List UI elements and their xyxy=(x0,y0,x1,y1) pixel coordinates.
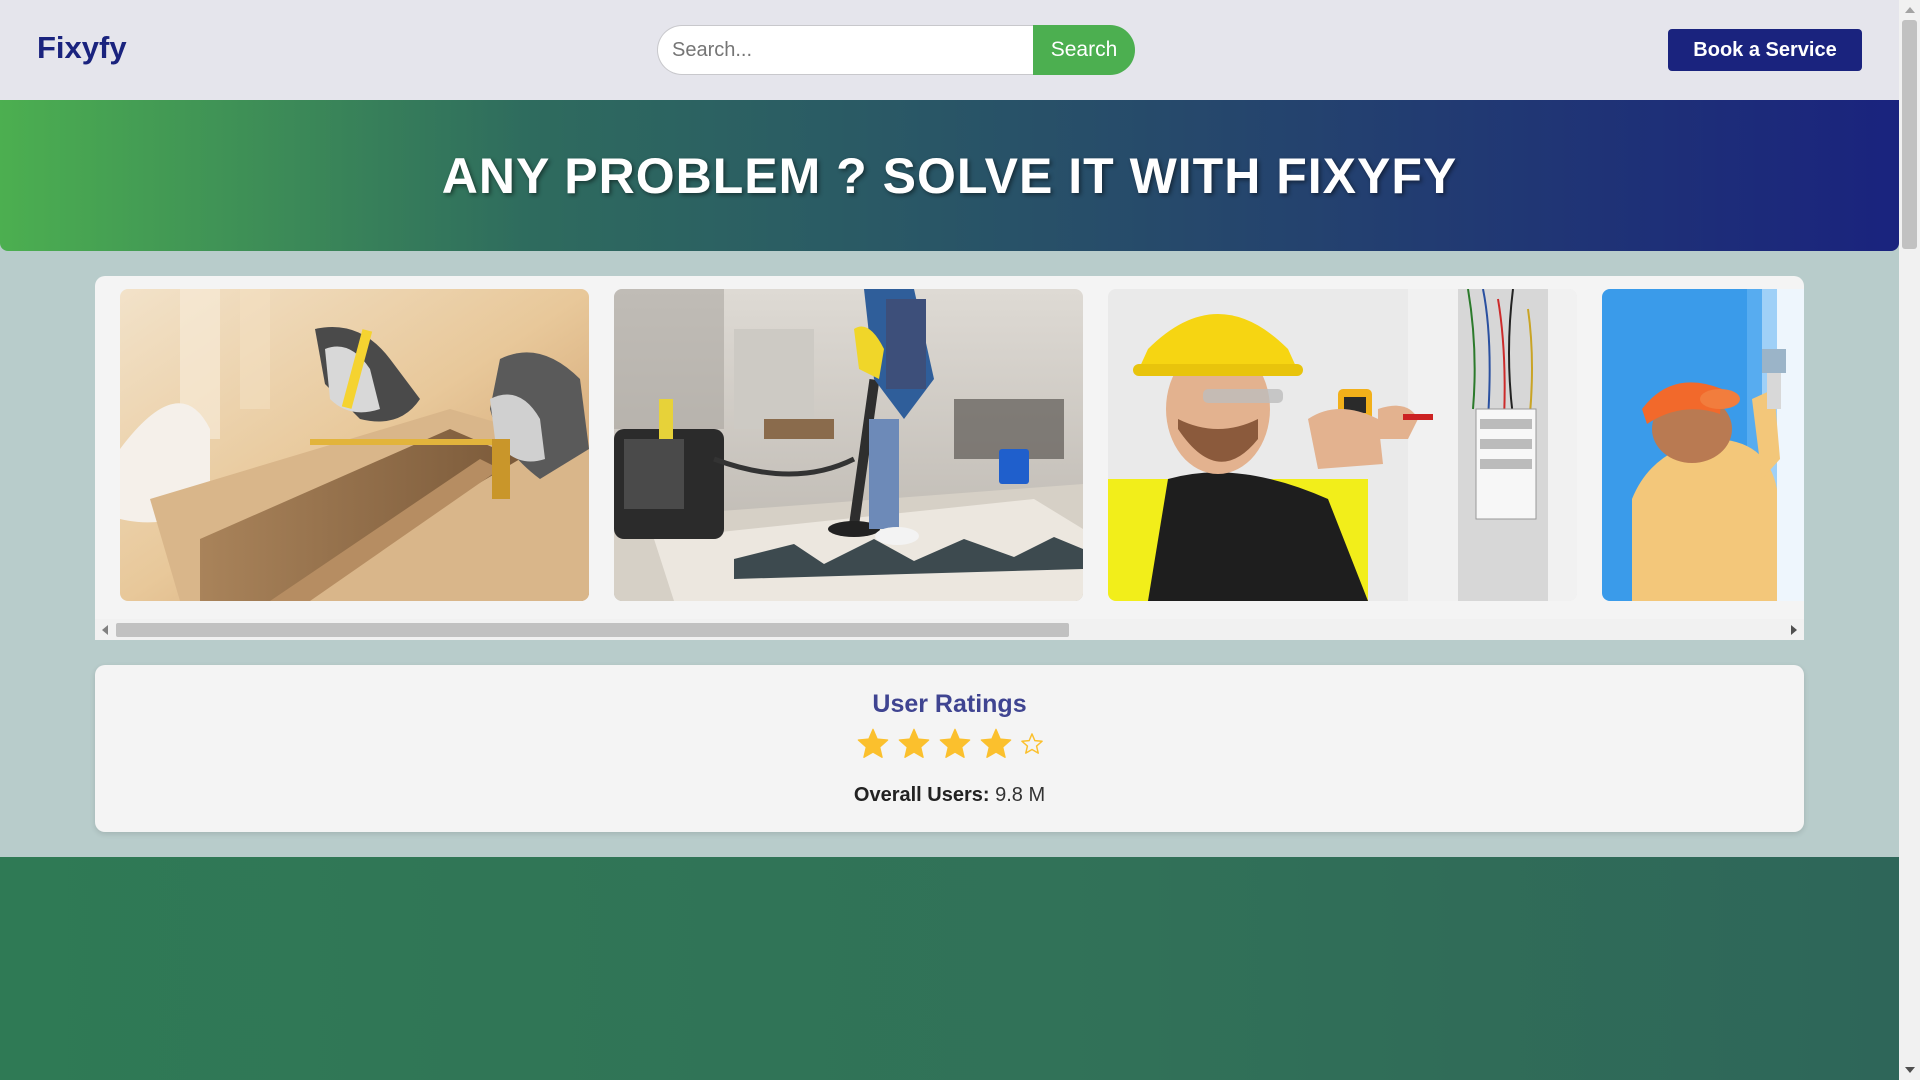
star-empty-icon xyxy=(1020,733,1043,754)
gallery-scrollbar[interactable] xyxy=(95,619,1804,640)
painter-illustration xyxy=(1602,289,1804,601)
gallery-scrollbar-thumb[interactable] xyxy=(116,623,1069,637)
star-rating xyxy=(95,728,1804,760)
services-gallery[interactable] xyxy=(95,276,1804,640)
carpentry-illustration xyxy=(120,289,589,601)
star-filled-icon xyxy=(980,728,1011,758)
electrician-illustration xyxy=(1108,289,1577,601)
carpentry-image[interactable] xyxy=(120,289,589,601)
user-ratings-card: User Ratings Overall Users: 9.8 M xyxy=(95,665,1804,832)
search-bar: Search xyxy=(657,25,1135,75)
top-navbar: Fixyfy Search Book a Service xyxy=(0,0,1899,100)
bottom-section xyxy=(0,857,1899,1080)
hero-title: ANY PROBLEM ? SOLVE IT WITH FIXYFY xyxy=(441,147,1458,204)
star-filled-icon xyxy=(898,728,929,758)
scroll-right-arrow-icon[interactable] xyxy=(1791,625,1797,635)
search-input[interactable] xyxy=(657,25,1033,75)
cleaning-illustration xyxy=(614,289,1083,601)
star-filled-icon xyxy=(939,728,970,758)
scroll-up-arrow-icon[interactable] xyxy=(1905,7,1915,13)
page-scrollbar-thumb[interactable] xyxy=(1902,20,1917,249)
overall-users-label: Overall Users: xyxy=(853,784,990,806)
gallery-track xyxy=(95,289,1804,601)
scroll-down-arrow-icon[interactable] xyxy=(1905,1067,1915,1073)
page-scrollbar[interactable] xyxy=(1899,0,1920,1080)
search-button[interactable]: Search xyxy=(1033,25,1135,75)
page: Fixyfy Search Book a Service ANY PROBLEM… xyxy=(0,0,1899,1080)
overall-users: Overall Users: 9.8 M xyxy=(95,784,1804,807)
painter-image[interactable] xyxy=(1602,289,1804,601)
site-logo[interactable]: Fixyfy xyxy=(37,30,127,66)
scroll-left-arrow-icon[interactable] xyxy=(102,625,108,635)
cleaning-image[interactable] xyxy=(614,289,1083,601)
star-filled-icon xyxy=(857,728,888,758)
ratings-title: User Ratings xyxy=(872,690,1027,718)
book-service-button[interactable]: Book a Service xyxy=(1668,29,1862,71)
overall-users-value: 9.8 M xyxy=(989,784,1046,806)
electrician-image[interactable] xyxy=(1108,289,1577,601)
hero-banner: ANY PROBLEM ? SOLVE IT WITH FIXYFY xyxy=(0,100,1899,251)
